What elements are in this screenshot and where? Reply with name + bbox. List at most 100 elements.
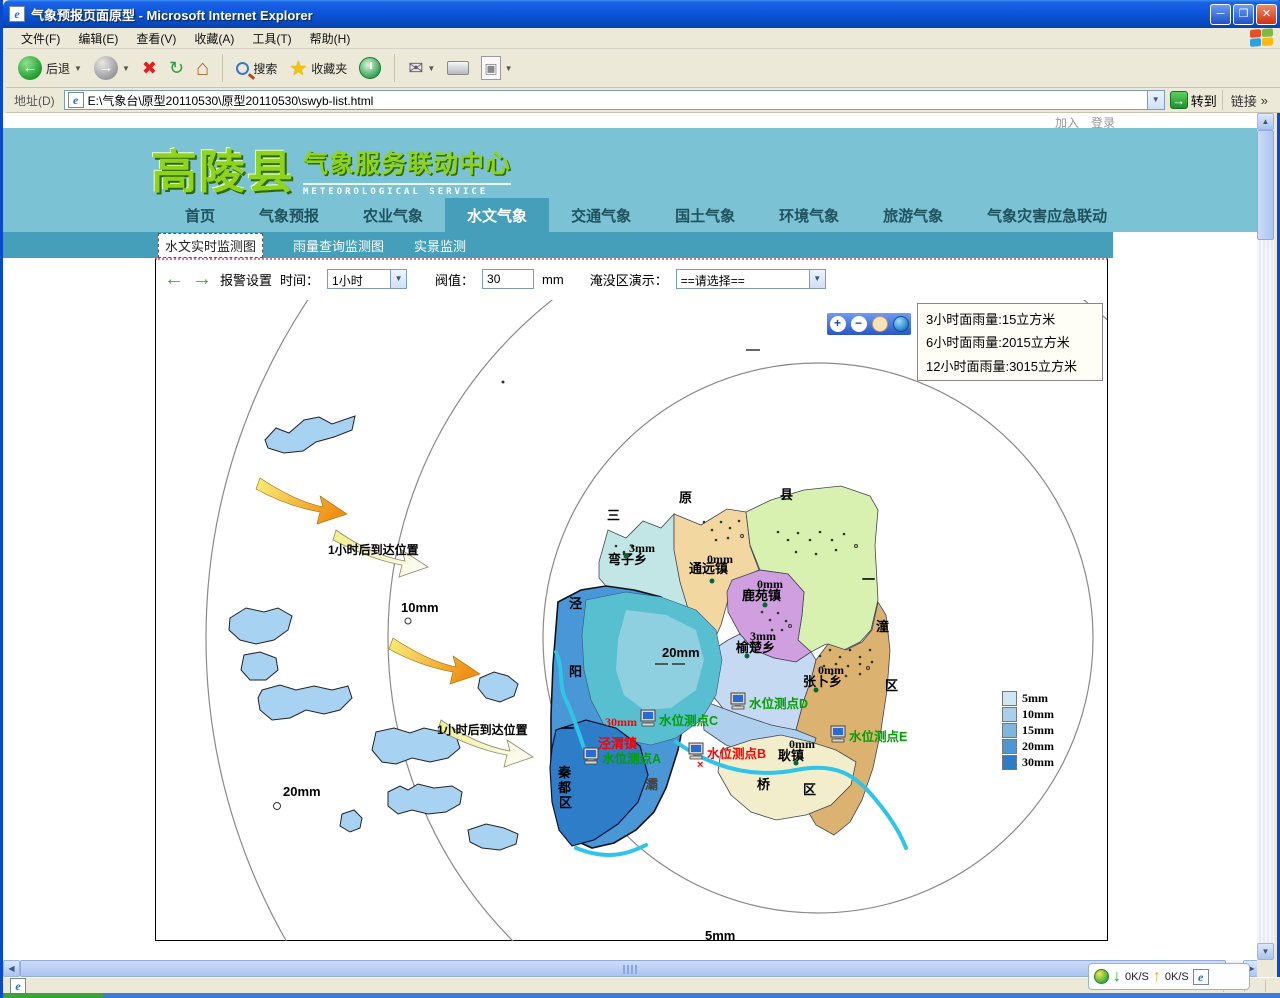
vertical-scroll-thumb[interactable] [1257,130,1274,240]
svg-text:区: 区 [885,678,898,693]
links-button[interactable]: 链接 » [1222,90,1276,110]
nav-weather-forecast[interactable]: 气象预报 [237,198,341,232]
nav-land[interactable]: 国土气象 [653,198,757,232]
network-speed-widget[interactable]: ↓ 0K/S ↑ 0K/S e [1088,963,1250,990]
svg-text:0mm: 0mm [789,737,815,751]
rainfall-legend: 5mm 10mm 15mm 20mm 30mm [1002,690,1054,770]
zoom-in-icon[interactable]: + [830,316,846,332]
station-icon [689,743,703,759]
menu-bar: 文件(F) 编辑(E) 查看(V) 收藏(A) 工具(T) 帮助(H) [6,28,1280,49]
svg-text:都: 都 [557,780,571,795]
stop-icon: ✖ [142,57,157,79]
subnav-rain-query-map[interactable]: 雨量查询监测图 [293,236,384,255]
favorites-button[interactable]: ★ 收藏夹 [285,54,351,83]
svg-text:泾渭镇: 泾渭镇 [598,736,637,751]
storm-motion-arrows: 1小时后到达位置 1小时后到达位置 [256,478,533,767]
nav-agriculture[interactable]: 农业气象 [341,198,445,232]
time-select[interactable]: 1小时 ▼ [327,269,407,289]
zoom-out-icon[interactable]: − [851,316,867,332]
address-input[interactable]: e E:\气象台\原型20110530\原型20110530\swyb-list… [64,90,1165,110]
scroll-left-icon[interactable]: ◀ [3,960,20,977]
legend-swatch [1002,691,1017,706]
favorites-star-icon: ★ [289,56,307,81]
menu-file[interactable]: 文件(F) [12,28,69,49]
refresh-icon: ↻ [169,57,184,79]
ie-status-icon: e [1193,969,1209,985]
menu-edit[interactable]: 编辑(E) [69,28,127,49]
svg-text:0mm: 0mm [707,552,733,566]
time-label: 时间： [280,270,319,289]
close-button[interactable]: ✕ [1256,4,1277,25]
nav-hydrology[interactable]: 水文气象 [445,198,549,232]
svg-text:潼: 潼 [876,619,889,634]
svg-text:10mm: 10mm [401,600,439,615]
taskbar-edge [3,993,1280,998]
svg-text:0mm: 0mm [757,577,783,591]
svg-text:秦: 秦 [557,765,572,780]
prev-arrow-icon[interactable]: ← [164,272,184,286]
address-dropdown-icon[interactable]: ▼ [1147,91,1164,109]
back-dropdown-icon[interactable]: ▼ [74,64,82,73]
back-button[interactable]: ← 后退 ▼ [14,54,86,82]
svg-text:桥: 桥 [757,777,771,792]
station-label-a[interactable]: 水位测点A [602,751,661,766]
stop-button[interactable]: ✖ [138,55,161,81]
mail-button[interactable]: ✉▼ [404,55,439,81]
address-url: E:\气象台\原型20110530\原型20110530\swyb-list.h… [88,92,374,109]
user-bar: 加入 登录 [3,113,1260,128]
flood-demo-select[interactable]: ==请选择== ▼ [676,269,826,289]
station-label-d[interactable]: 水位测点D [749,696,808,711]
station-label-e[interactable]: 水位测点E [849,729,907,744]
menu-favorites[interactable]: 收藏(A) [185,28,243,49]
alarm-settings-bar: ← → 报警设置 时间： 1小时 ▼ 阀值： mm 淹没区演示： ==请选择==… [156,260,1107,298]
search-button[interactable]: 搜索 [232,58,281,79]
nav-home[interactable]: 首页 [163,198,237,232]
threshold-input[interactable] [482,269,534,289]
download-speed: 0K/S [1125,971,1149,983]
refresh-button[interactable]: ↻ [165,55,188,81]
legend-swatch [1002,739,1017,754]
station-label-c[interactable]: 水位测点C [659,713,718,728]
360-safety-icon [1094,969,1109,984]
print-button[interactable] [443,59,473,77]
scroll-down-icon[interactable]: ▼ [1257,943,1274,960]
svg-text:原: 原 [679,490,692,505]
nav-traffic[interactable]: 交通气象 [549,198,653,232]
nav-environment[interactable]: 环境气象 [757,198,861,232]
mail-icon: ✉ [408,57,423,79]
subnav-realtime-map[interactable]: 水文实时监测图 [158,233,263,258]
map-tools: + − [827,313,911,335]
nav-disaster-emergency[interactable]: 气象灾害应急联动 [965,198,1129,232]
radar-map[interactable]: 1小时后到达位置 1小时后到达位置 [156,300,1107,941]
home-button[interactable]: ⌂ [192,55,213,81]
status-page-icon: e [10,978,26,994]
svg-text:区: 区 [803,782,816,797]
pan-hand-icon[interactable] [872,316,888,332]
edit-button[interactable]: ▣▼ [477,54,516,82]
address-label: 地址(D) [10,92,59,109]
horizontal-scrollbar[interactable]: ◀ ▶ [3,960,1260,977]
menu-view[interactable]: 查看(V) [127,28,185,49]
scroll-up-icon[interactable]: ▲ [1257,113,1274,130]
map-panel: ← → 报警设置 时间： 1小时 ▼ 阀值： mm 淹没区演示： ==请选择==… [155,258,1108,941]
threshold-unit: mm [542,272,564,287]
horizontal-scroll-thumb[interactable] [20,960,1226,977]
site-header: 高陵县 气象服务联动中心 METEOROLOGICAL SERVICE 首页 气… [3,128,1260,232]
forward-button[interactable]: → ▼ [90,54,134,82]
vertical-scrollbar[interactable]: ▲ ▼ [1257,113,1274,960]
minimize-button[interactable]: ─ [1210,4,1231,25]
nav-tourism[interactable]: 旅游气象 [861,198,965,232]
restore-button[interactable]: ❐ [1233,4,1254,25]
svg-text:0mm: 0mm [818,663,844,677]
forward-dropdown-icon[interactable]: ▼ [122,64,130,73]
station-label-b[interactable]: 水位测点B [707,746,766,761]
page-content: 加入 登录 高陵县 气象服务联动中心 METEOROLOGICAL SERVIC… [3,113,1260,960]
subnav-live-monitor[interactable]: 实景监测 [414,236,466,255]
page-icon: e [68,92,84,108]
next-arrow-icon[interactable]: → [192,272,212,286]
menu-help[interactable]: 帮助(H) [301,28,360,49]
history-button[interactable] [355,55,385,81]
globe-icon[interactable] [893,316,909,332]
menu-tools[interactable]: 工具(T) [243,28,300,49]
go-button[interactable]: → 转到 [1170,91,1217,110]
